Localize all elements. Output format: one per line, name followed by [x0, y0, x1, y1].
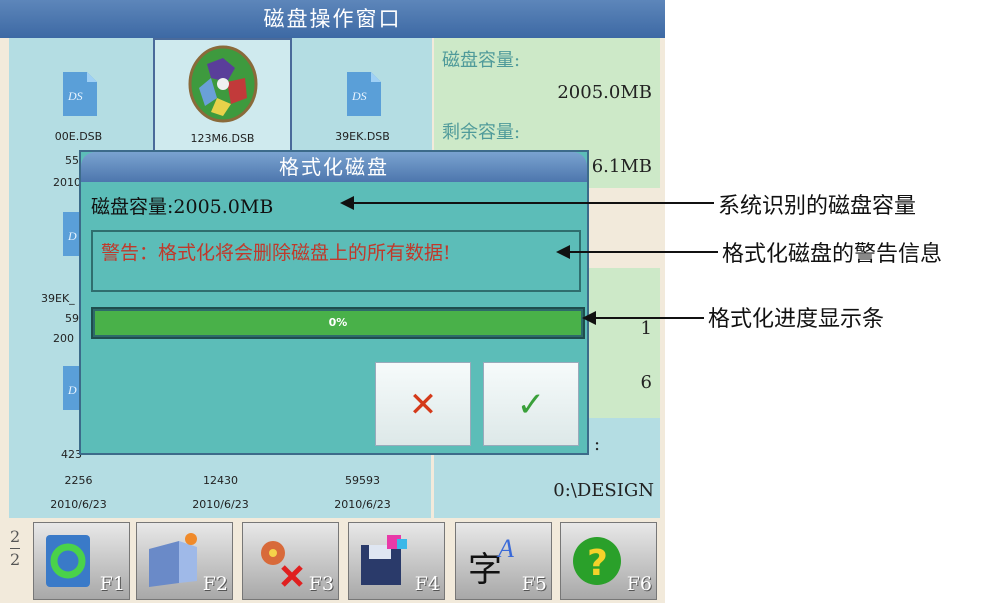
file-name: 123M6.DSB [190, 132, 255, 145]
key-label: F2 [202, 573, 228, 595]
file-name: 39EK_ [41, 292, 75, 305]
file-date: 2010 [53, 176, 81, 189]
key-label: F4 [414, 573, 440, 595]
svg-text:DS: DS [67, 89, 83, 103]
font-icon: 字 A [468, 534, 514, 590]
embroidery-design-thumbnail [188, 45, 258, 123]
key-label: F3 [308, 573, 334, 595]
confirm-button[interactable]: ✓ [483, 362, 579, 446]
svg-text:字: 字 [468, 550, 502, 590]
file-date: 2010/6/23 [334, 498, 391, 511]
annotation-arrowhead [582, 311, 596, 325]
f4-save-button[interactable]: F4 [348, 522, 445, 600]
annotation-arrowhead [340, 196, 354, 210]
page-current: 2 [10, 527, 21, 546]
file-size: 59 [65, 312, 79, 325]
help-icon: ? [573, 537, 621, 585]
file-item[interactable]: DS 39EK.DSB [293, 38, 432, 154]
delete-icon [261, 541, 303, 587]
f3-delete-button[interactable]: F3 [242, 522, 339, 600]
f5-font-button[interactable]: 字 A F5 [455, 522, 552, 600]
cancel-icon: ✕ [408, 385, 438, 425]
save-disk-icon [361, 535, 407, 585]
annotation-arrow [570, 251, 718, 253]
file-size: 55 [65, 154, 79, 167]
annotation-arrowhead [556, 245, 570, 259]
disk-operation-window: 磁盘操作窗口 DS 00E.DSB 123M6.DSB DS 39EK.DSB … [0, 0, 665, 603]
annotation-capacity: 系统识别的磁盘容量 [718, 194, 917, 219]
warning-box: 警告：格式化将会删除磁盘上的所有数据! [91, 230, 581, 292]
dsb-file-icon: DS [63, 72, 97, 116]
progress-track: 0% [95, 311, 581, 335]
page-total: 2 [10, 550, 21, 569]
f1-refresh-button[interactable]: F1 [33, 522, 130, 600]
file-name: 00E.DSB [54, 130, 103, 143]
cancel-button[interactable]: ✕ [375, 362, 471, 446]
format-disk-dialog: 格式化磁盘 磁盘容量:2005.0MB 警告：格式化将会删除磁盘上的所有数据! … [79, 150, 589, 455]
refresh-icon [46, 535, 90, 587]
key-label: F1 [99, 573, 125, 595]
format-progress-bar: 0% [91, 307, 585, 339]
new-folder-icon [149, 533, 197, 587]
remaining-label: 剩余容量: [442, 122, 521, 143]
info-value: 6 [640, 372, 652, 393]
dialog-title: 格式化磁盘 [81, 152, 587, 182]
file-name: 39EK.DSB [335, 130, 390, 143]
window-title: 磁盘操作窗口 [0, 0, 665, 38]
file-date: 200 [53, 332, 74, 345]
file-size: 59593 [345, 474, 380, 487]
svg-text:D: D [67, 383, 77, 397]
file-date: 2010/6/23 [50, 498, 107, 511]
check-icon: ✓ [516, 385, 546, 425]
divider [10, 548, 20, 549]
path-label: : [594, 434, 601, 455]
svg-text:D: D [67, 229, 77, 243]
disk-capacity-text: 磁盘容量:2005.0MB [91, 196, 274, 218]
progress-percent: 0% [328, 316, 348, 329]
info-value: 1 [640, 318, 652, 339]
annotation-warning: 格式化磁盘的警告信息 [722, 242, 943, 267]
svg-text:A: A [496, 534, 514, 563]
file-size: 12430 [203, 474, 238, 487]
svg-text:?: ? [587, 543, 608, 584]
remaining-value: 6.1MB [591, 156, 652, 177]
f6-help-button[interactable]: ? F6 [560, 522, 657, 600]
current-path: 0:\DESIGN [553, 480, 654, 501]
annotation-arrow [352, 202, 714, 204]
key-label: F5 [521, 573, 547, 595]
f2-new-folder-button[interactable]: F2 [136, 522, 233, 600]
warning-message: 警告：格式化将会删除磁盘上的所有数据! [101, 242, 451, 264]
dsb-file-icon: DS [347, 72, 381, 116]
capacity-value: 2005.0MB [557, 82, 652, 103]
file-item-selected[interactable]: 123M6.DSB [153, 38, 292, 154]
key-label: F6 [626, 573, 652, 595]
svg-text:DS: DS [351, 89, 367, 103]
page-indicator: 2 2 [10, 528, 22, 569]
file-date: 2010/6/23 [192, 498, 249, 511]
capacity-label: 磁盘容量: [442, 50, 521, 71]
annotation-progress: 格式化进度显示条 [708, 307, 885, 332]
file-item[interactable]: DS 00E.DSB [9, 38, 148, 154]
file-size: 2256 [64, 474, 93, 487]
annotation-arrow [596, 317, 704, 319]
